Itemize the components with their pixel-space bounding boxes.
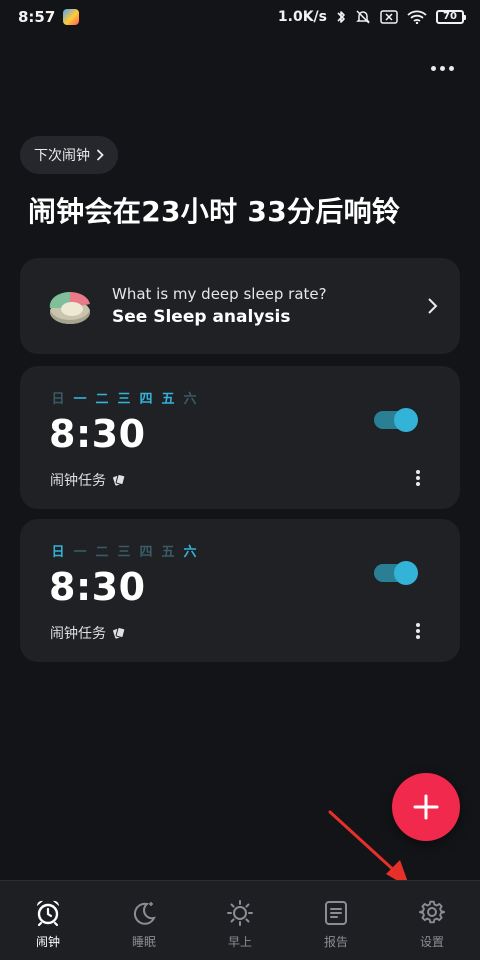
dot: [416, 629, 420, 633]
cards-icon: [113, 626, 126, 639]
nav-label: 闹钟: [35, 935, 60, 949]
chevron-right-icon: [96, 149, 104, 161]
report-icon: [325, 901, 347, 925]
alarm-mission-label: 闹钟任务: [50, 473, 106, 489]
weekday-mon: 一: [73, 392, 87, 407]
alarm-time: 8:30: [49, 412, 146, 456]
weekday-mon: 一: [73, 545, 87, 560]
sleep-chart-icon: [49, 291, 90, 324]
network-speed: 1.0K/s: [277, 9, 327, 25]
toggle-knob: [394, 561, 418, 585]
weekday-tue: 二: [95, 392, 109, 407]
dot: [430, 65, 436, 71]
sleep-question: What is my deep sleep rate?: [112, 285, 327, 303]
alarm-toggle[interactable]: [374, 408, 418, 432]
bluetooth-icon: [336, 9, 346, 25]
dot: [439, 65, 445, 71]
weekday-wed: 三: [117, 392, 131, 407]
weekday-tue: 二: [95, 545, 109, 560]
alarm-menu-button[interactable]: [414, 470, 422, 486]
sun-icon: [227, 900, 253, 926]
weekday-wed: 三: [117, 545, 131, 560]
dot: [416, 635, 420, 639]
nav-label: 设置: [419, 935, 444, 949]
bottom-nav: 闹钟 睡眠 早上 报告 设置: [0, 880, 480, 960]
nav-label: 睡眠: [131, 935, 156, 949]
weekday-sun: 日: [51, 392, 65, 407]
page-title: 闹钟会在23小时 33分后响铃: [28, 195, 401, 228]
weekday-fri: 五: [161, 392, 175, 407]
status-bar: 8:57 1.0K/s 70: [0, 0, 480, 34]
weekday-fri: 五: [161, 545, 175, 560]
sleep-analysis-link: See Sleep analysis: [112, 307, 291, 327]
dot: [416, 476, 420, 480]
plus-icon: [413, 794, 439, 820]
nav-item-report[interactable]: 报告: [288, 881, 384, 960]
weekday-sat: 六: [183, 392, 197, 407]
weekday-sat: 六: [183, 545, 197, 560]
alarm-mission: 闹钟任务: [50, 470, 126, 490]
alarm-weekdays: 日 一 二 三 四 五 六: [50, 388, 198, 407]
add-alarm-button[interactable]: [392, 773, 460, 841]
mute-bell-icon: [355, 9, 371, 25]
battery-indicator: 70: [436, 10, 466, 24]
weekday-sun: 日: [51, 545, 65, 560]
next-alarm-label: 下次闹钟: [34, 148, 90, 164]
nav-item-morning[interactable]: 早上: [192, 881, 288, 960]
alarm-clock-icon: [36, 900, 60, 927]
alarm-time: 8:30: [49, 565, 146, 609]
alarm-card[interactable]: 日 一 二 三 四 五 六 8:30 闹钟任务: [20, 519, 460, 662]
more-options-button[interactable]: [428, 58, 456, 78]
nav-label: 早上: [227, 935, 252, 949]
app-notification-icon: [63, 9, 80, 25]
dot: [448, 65, 454, 71]
toggle-knob: [394, 408, 418, 432]
next-alarm-chip[interactable]: 下次闹钟: [20, 136, 118, 174]
cards-icon: [113, 473, 126, 486]
wifi-icon: [407, 10, 427, 24]
nav-item-alarm[interactable]: 闹钟: [0, 881, 96, 960]
alarm-card[interactable]: 日 一 二 三 四 五 六 8:30 闹钟任务: [20, 366, 460, 509]
moon-icon: [133, 902, 156, 925]
alarm-mission: 闹钟任务: [50, 623, 126, 643]
nav-item-sleep[interactable]: 睡眠: [96, 881, 192, 960]
status-time: 8:57: [18, 8, 56, 26]
no-sim-icon: [380, 10, 398, 24]
dot: [416, 623, 420, 627]
nav-label: 报告: [323, 935, 348, 949]
alarm-menu-button[interactable]: [414, 623, 422, 639]
weekday-thu: 四: [139, 545, 153, 560]
weekday-thu: 四: [139, 392, 153, 407]
alarm-weekdays: 日 一 二 三 四 五 六: [50, 541, 198, 560]
sleep-analysis-card[interactable]: What is my deep sleep rate? See Sleep an…: [20, 258, 460, 354]
chevron-right-icon: [428, 298, 438, 314]
dot: [416, 470, 420, 474]
alarm-toggle[interactable]: [374, 561, 418, 585]
gear-icon: [419, 900, 446, 924]
dot: [416, 482, 420, 486]
nav-item-settings[interactable]: 设置: [384, 881, 480, 960]
alarm-mission-label: 闹钟任务: [50, 626, 106, 642]
